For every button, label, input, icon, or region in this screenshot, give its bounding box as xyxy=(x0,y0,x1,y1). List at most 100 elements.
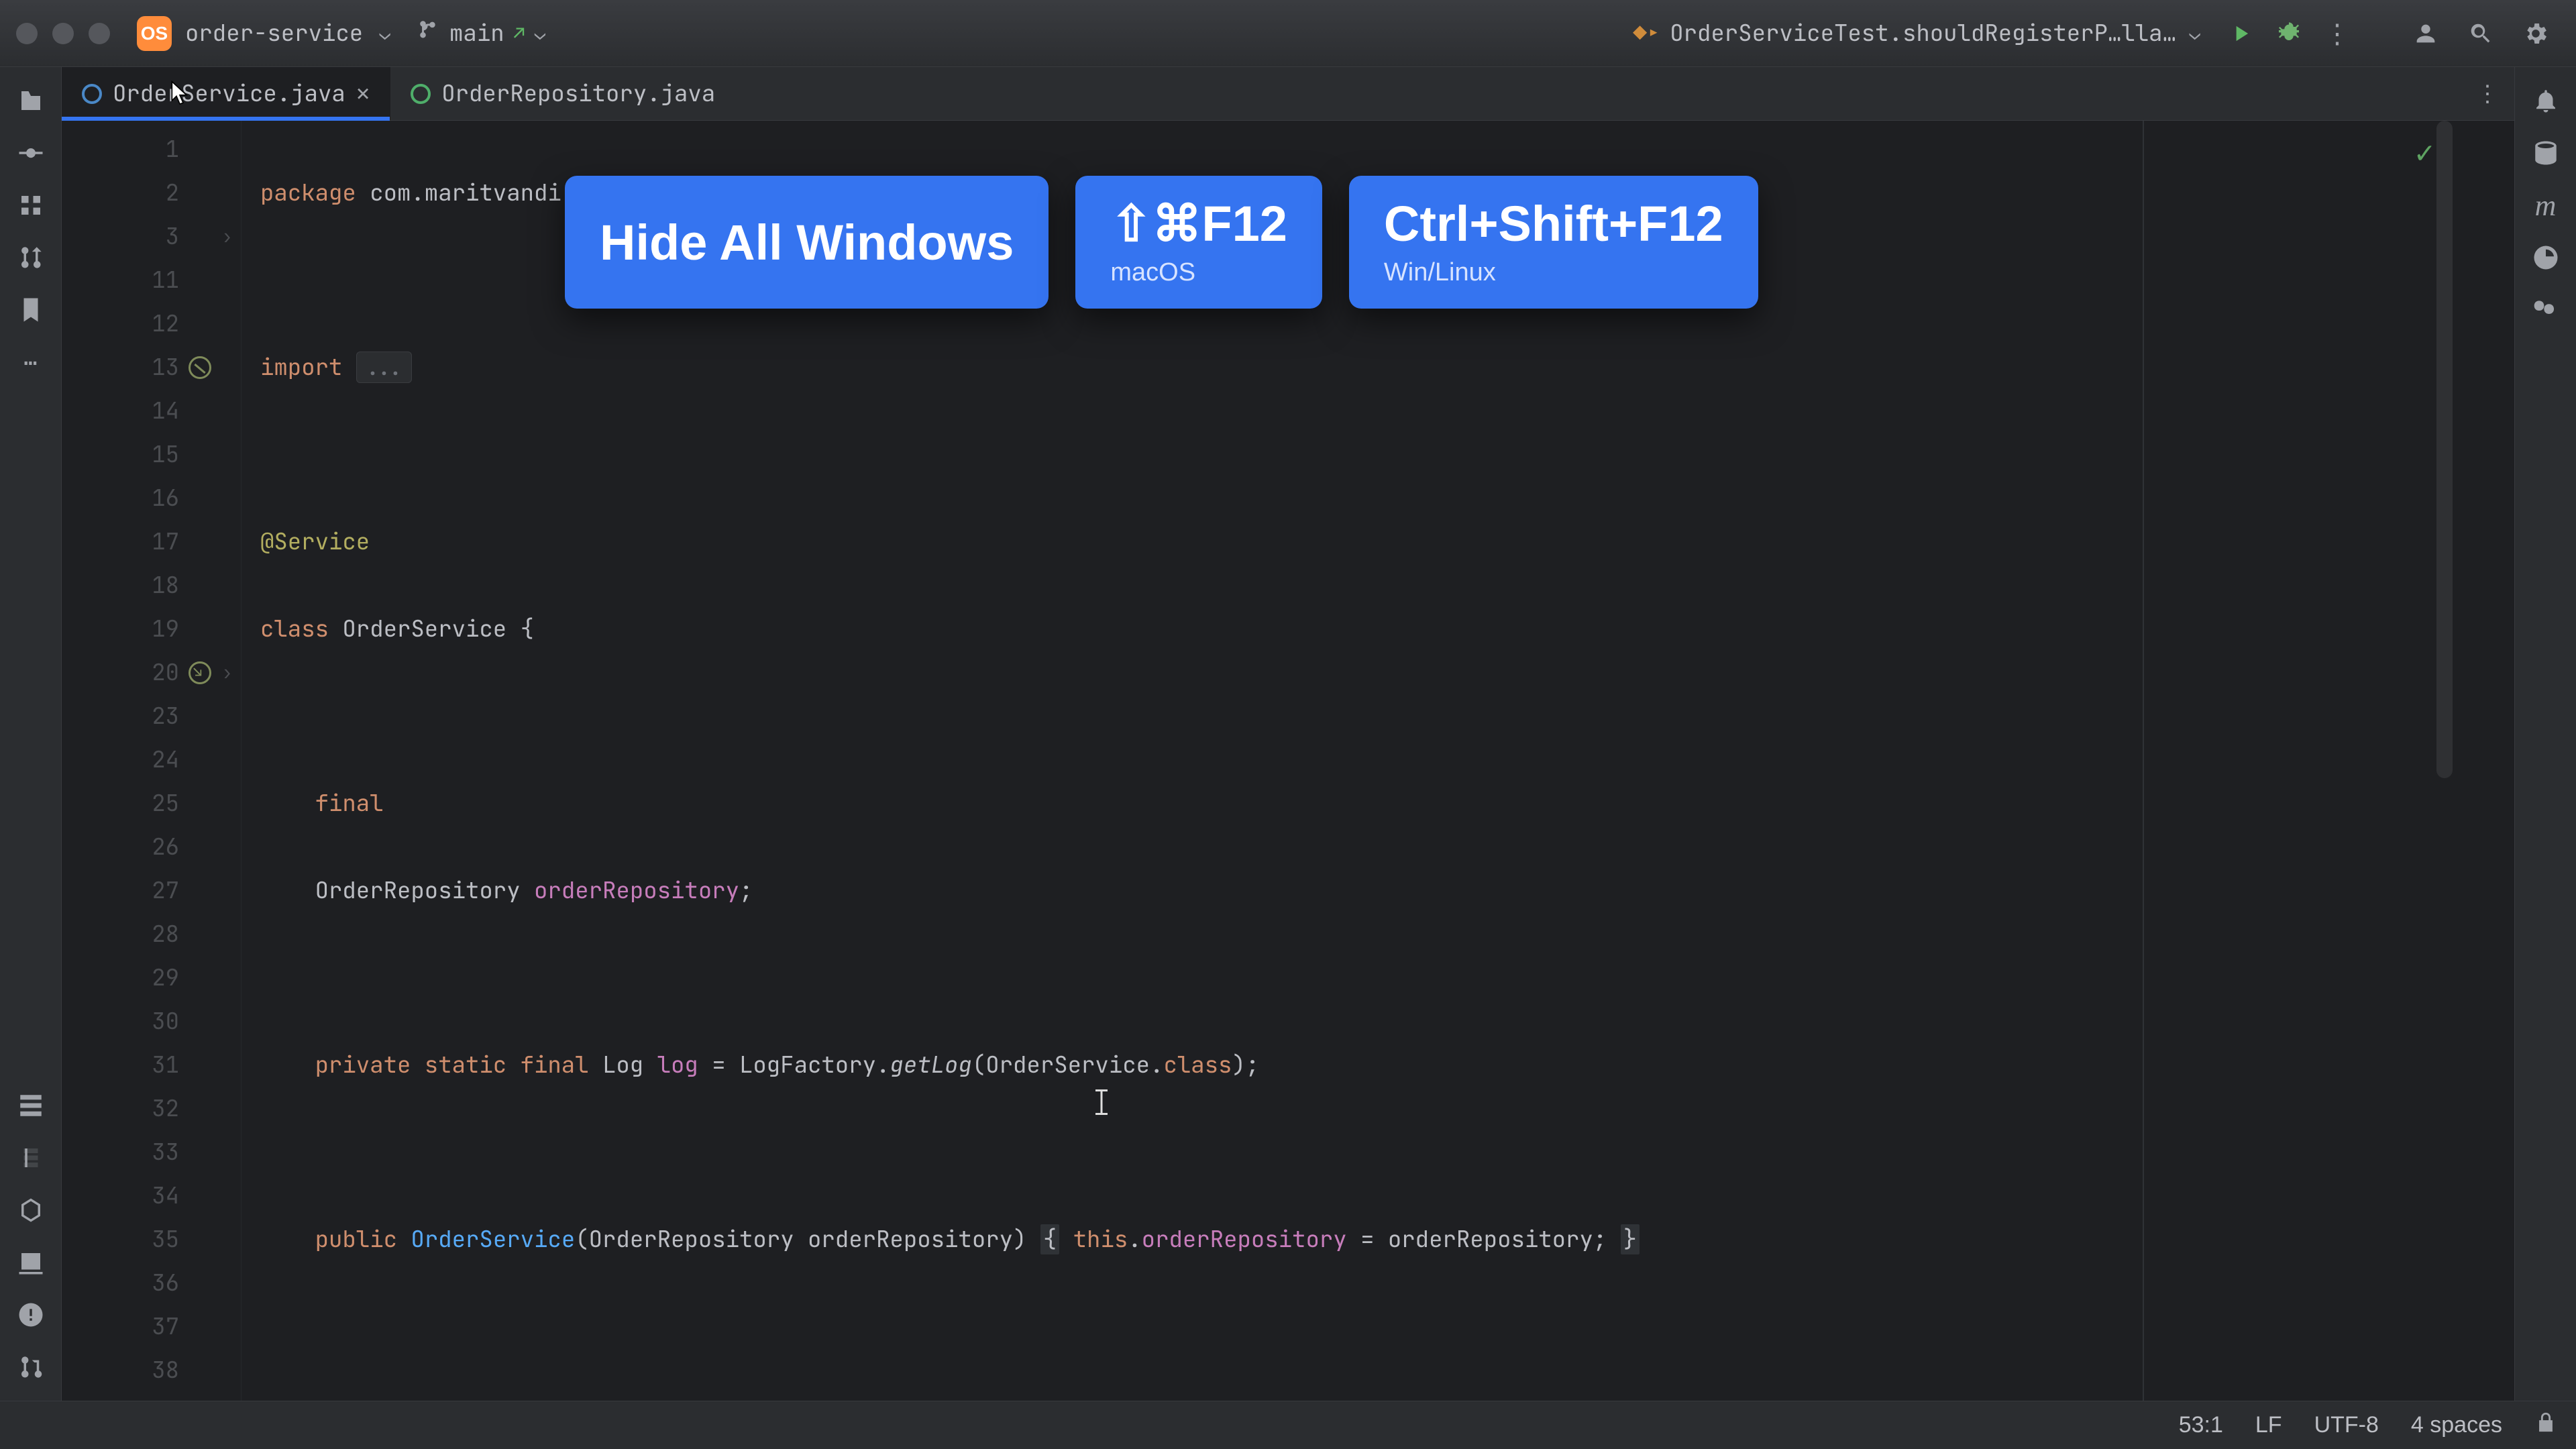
tab-label: OrderRepository.java xyxy=(441,78,715,109)
t: public xyxy=(315,1224,397,1254)
code-with-me-button[interactable] xyxy=(2402,20,2450,47)
line-number: 36 xyxy=(152,1268,179,1298)
terminal-tool-button[interactable] xyxy=(7,1134,55,1182)
t: . xyxy=(1128,1224,1141,1254)
run-config-selector[interactable]: ◆▸ OrderServiceTest.shouldRegisterP…llat… xyxy=(1633,18,2200,48)
line-number: 25 xyxy=(152,788,179,818)
line-number: 32 xyxy=(152,1093,179,1124)
line-number: 35 xyxy=(152,1224,179,1254)
tab-orderrepository[interactable]: OrderRepository.java xyxy=(390,67,736,120)
tab-label: OrderService.java xyxy=(113,78,345,109)
commit-tool-button[interactable] xyxy=(7,129,55,177)
t: orderRepository xyxy=(534,875,739,906)
project-name: order-service xyxy=(185,18,363,48)
structure-tool-button[interactable] xyxy=(7,181,55,229)
project-selector[interactable]: order-service ⌄ xyxy=(185,18,390,48)
project-tool-button[interactable] xyxy=(7,76,55,125)
debug-button[interactable] xyxy=(2265,20,2313,47)
t: import xyxy=(260,352,342,382)
test-config-icon: ◆▸ xyxy=(1633,18,1660,48)
pull-requests-tool-button[interactable] xyxy=(7,233,55,282)
t: getLog xyxy=(890,1050,971,1080)
overlay-action-title: Hide All Windows xyxy=(600,218,1014,268)
right-toolwindow-bar: m xyxy=(2514,67,2576,1401)
maven-tool-button[interactable]: m xyxy=(2522,181,2570,229)
caret-position[interactable]: 53:1 xyxy=(2179,1412,2223,1438)
t: class xyxy=(1163,1050,1232,1080)
more-actions-button[interactable]: ⋮ xyxy=(2313,15,2361,51)
database-tool-button[interactable] xyxy=(2522,129,2570,177)
left-toolwindow-bar: ⋯ xyxy=(0,67,62,1401)
file-encoding[interactable]: UTF-8 xyxy=(2314,1412,2379,1438)
line-number: 11 xyxy=(152,265,179,295)
line-number: 1 xyxy=(166,134,179,164)
search-everywhere-button[interactable] xyxy=(2457,21,2505,46)
overlay-win-sub: Win/Linux xyxy=(1384,258,1723,287)
line-number: 37 xyxy=(152,1311,179,1342)
settings-button[interactable] xyxy=(2512,20,2560,47)
line-number: 27 xyxy=(152,875,179,906)
t: = LogFactory. xyxy=(698,1050,890,1080)
tabs-more-button[interactable]: ⋮ xyxy=(2461,67,2514,120)
run-tool-button[interactable] xyxy=(7,1238,55,1287)
push-arrow-icon: ↗ xyxy=(514,21,525,46)
interface-file-icon xyxy=(411,84,431,104)
indent-setting[interactable]: 4 spaces xyxy=(2411,1412,2502,1438)
services-tool-button[interactable] xyxy=(7,1186,55,1234)
line-number: 12 xyxy=(152,309,179,339)
t: final xyxy=(315,788,384,818)
line-number: 19 xyxy=(152,614,179,644)
editor[interactable]: ✓ Hide All Windows ⇧⌘F12 macOS Ctrl+Shif… xyxy=(62,121,2514,1401)
traffic-max[interactable] xyxy=(89,23,110,44)
t: ; xyxy=(739,875,753,906)
overlay-win: Ctrl+Shift+F12 Win/Linux xyxy=(1349,176,1758,309)
line-separator[interactable]: LF xyxy=(2255,1412,2282,1438)
fold-toggle-icon[interactable]: › xyxy=(221,660,233,685)
dependencies-tool-button[interactable] xyxy=(7,1081,55,1130)
project-badge[interactable]: OS xyxy=(137,16,172,51)
editor-tabs: OrderService.java ✕ OrderRepository.java… xyxy=(62,67,2514,121)
run-button[interactable] xyxy=(2216,21,2265,46)
line-number: 33 xyxy=(152,1137,179,1167)
branch-name: main xyxy=(449,18,504,48)
line-number: 16 xyxy=(152,483,179,513)
line-number: 17 xyxy=(152,527,179,557)
t: com.maritvandi xyxy=(356,178,561,208)
class-file-icon xyxy=(82,84,102,104)
run-config-label: OrderServiceTest.shouldRegisterP…llation… xyxy=(1670,18,2180,48)
line-number: 29 xyxy=(152,963,179,993)
coverage-tool-button[interactable] xyxy=(2522,233,2570,282)
status-bar: 53:1 LF UTF-8 4 spaces xyxy=(0,1401,2576,1449)
traffic-min[interactable] xyxy=(52,23,74,44)
title-bar: OS order-service ⌄ main ↗ ⌄ ◆▸ OrderServ… xyxy=(0,0,2576,67)
vcs-widget[interactable]: main ↗ ⌄ xyxy=(417,18,545,48)
notifications-tool-button[interactable] xyxy=(2522,76,2570,125)
gutter-mark-icon[interactable] xyxy=(189,661,211,684)
fold-toggle-icon[interactable]: › xyxy=(221,224,233,249)
bookmarks-tool-button[interactable] xyxy=(7,286,55,334)
beans-tool-button[interactable] xyxy=(2522,286,2570,334)
line-number: 28 xyxy=(152,919,179,949)
traffic-close[interactable] xyxy=(16,23,38,44)
t: OrderService xyxy=(411,1224,575,1254)
code-area[interactable]: package com.maritvandi import ... @Servi… xyxy=(241,121,2514,1401)
t: (OrderRepository orderRepository) xyxy=(575,1224,1040,1254)
more-tool-button[interactable]: ⋯ xyxy=(7,338,55,386)
overlay-win-shortcut: Ctrl+Shift+F12 xyxy=(1384,199,1723,249)
tab-orderservice[interactable]: OrderService.java ✕ xyxy=(62,67,390,120)
line-number: 13 xyxy=(152,352,179,382)
line-number: 30 xyxy=(152,1006,179,1036)
readonly-lock-icon[interactable] xyxy=(2534,1411,2557,1440)
gutter-mark-icon[interactable] xyxy=(189,356,211,379)
branch-icon xyxy=(417,18,440,48)
overlay-mac-sub: macOS xyxy=(1110,258,1287,287)
vcs-tool-button[interactable] xyxy=(7,1343,55,1391)
line-number: 34 xyxy=(152,1181,179,1211)
overlay-action: Hide All Windows xyxy=(565,176,1049,309)
problems-tool-button[interactable] xyxy=(7,1291,55,1339)
editor-gutter[interactable]: 1 2 3› 11 12 13 14 15 16 17 18 19 20› 23… xyxy=(62,121,241,1401)
chevron-down-icon: ⌄ xyxy=(2189,21,2200,46)
close-icon[interactable]: ✕ xyxy=(356,78,370,109)
line-number: 14 xyxy=(152,396,179,426)
folded-region[interactable]: ... xyxy=(356,352,412,383)
